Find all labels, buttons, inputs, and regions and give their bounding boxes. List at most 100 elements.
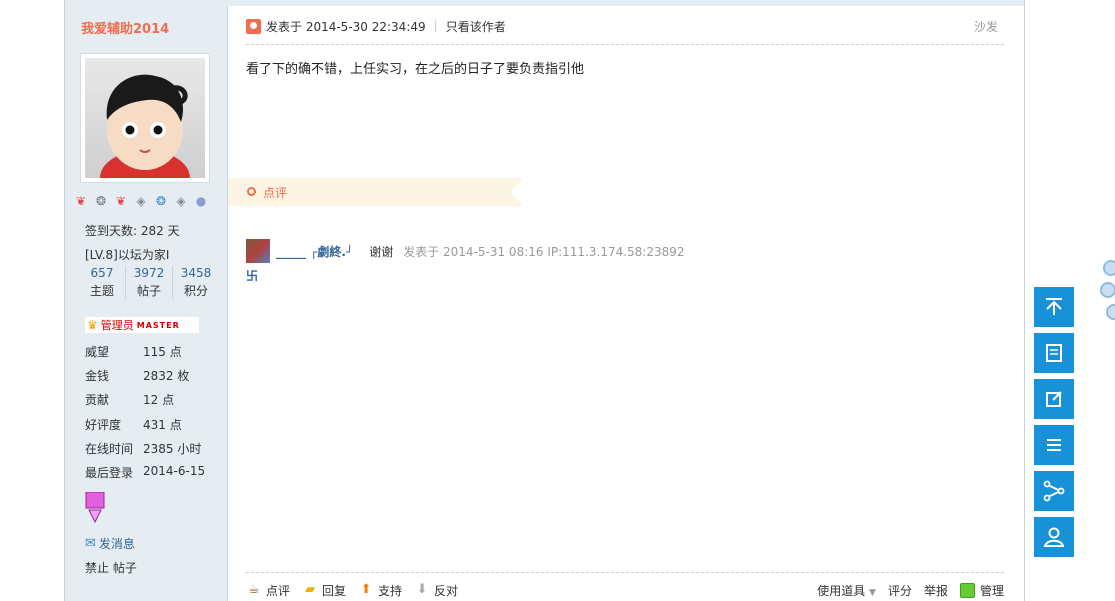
quick-reply-button[interactable] xyxy=(1034,379,1074,419)
comment-username-link[interactable]: _____ ┌劇終.┘ xyxy=(276,243,353,260)
field-contribution: 贡献 12 点 xyxy=(85,391,174,408)
manage-icon xyxy=(959,582,975,598)
support-label: 支持 xyxy=(378,583,403,598)
post-main: 发表于 2014-5-30 22:34:49 | 只看该作者 沙发 看了下的确不… xyxy=(228,6,1024,601)
stat-number: 3972 xyxy=(133,266,165,280)
share-button[interactable] xyxy=(1034,471,1074,511)
avatar-image xyxy=(85,58,205,178)
document-icon xyxy=(1046,344,1062,362)
bubble-icon xyxy=(1103,260,1115,276)
stat-threads[interactable]: 657 主题 xyxy=(79,266,126,299)
manage-label: 管理 xyxy=(979,583,1004,598)
comment-section-header: 点评 xyxy=(228,178,523,206)
role-label: 管理员 xyxy=(100,319,134,332)
field-prestige: 威望 115 点 xyxy=(85,343,182,360)
field-value: 2014-6-15 xyxy=(143,464,206,478)
online-status-icon xyxy=(246,19,261,34)
reply-label: 回复 xyxy=(322,583,347,598)
post-date: 发表于 2014-5-30 22:34:49 xyxy=(266,20,426,34)
diamond-medal-icon[interactable]: ◈ xyxy=(173,194,189,208)
oppose-button[interactable]: ⬇ 反对 xyxy=(414,582,458,599)
report-link[interactable]: 举报 xyxy=(924,582,948,599)
field-value: 2385 小时 xyxy=(143,442,202,456)
manage-button[interactable]: 管理 xyxy=(959,582,1004,599)
user-level[interactable]: [LV.8]以坛为家I xyxy=(85,246,169,263)
user-icon xyxy=(1043,527,1065,547)
post-content: 看了下的确不错，上任实习，在之后的日子了要负责指引他 xyxy=(246,62,585,77)
oppose-label: 反对 xyxy=(434,583,459,598)
floating-toolbar xyxy=(1034,287,1074,563)
field-key: 在线时间 xyxy=(85,442,134,456)
separator: | xyxy=(433,18,438,32)
use-tool-dropdown[interactable]: 使用道具 ▼ xyxy=(817,582,876,599)
stat-label: 积分 xyxy=(183,284,208,298)
comment-text: 卐 xyxy=(246,269,259,283)
rate-button[interactable]: ☕ 点评 xyxy=(246,582,290,599)
bubble-icon xyxy=(1100,282,1115,298)
stat-number: 3458 xyxy=(180,266,212,280)
back-to-top-button[interactable] xyxy=(1034,287,1074,327)
coffee-icon: ☕ xyxy=(248,582,260,597)
ban-posts-link[interactable]: 禁止 帖子 xyxy=(85,559,137,576)
diamond-medal-icon[interactable]: ◈ xyxy=(133,194,149,208)
shield-medal-icon[interactable]: ❂ xyxy=(153,194,169,208)
post-tools: 使用道具 ▼ 评分 举报 管理 xyxy=(817,582,1004,599)
circle-icon xyxy=(247,187,256,196)
thread-list-button[interactable] xyxy=(1034,425,1074,465)
reply-button[interactable]: ▰ 回复 xyxy=(302,582,346,599)
stat-label: 主题 xyxy=(89,284,114,298)
field-value: 431 点 xyxy=(143,418,182,432)
speech-bubble-icon: ▰ xyxy=(305,582,316,597)
share-icon xyxy=(1043,480,1065,502)
stat-posts[interactable]: 3972 帖子 xyxy=(126,266,173,299)
shield-medal-icon[interactable]: ❂ xyxy=(93,194,109,208)
edit-icon xyxy=(1046,391,1062,407)
field-value: 115 点 xyxy=(143,345,182,359)
score-link[interactable]: 评分 xyxy=(888,582,912,599)
comment-avatar[interactable] xyxy=(246,239,270,263)
field-value: 2832 枚 xyxy=(143,369,190,383)
chat-medal-icon[interactable]: ● xyxy=(193,194,209,208)
comment-thanks: 谢谢 xyxy=(369,244,394,259)
admin-badge: ♛ 管理员 MASTER xyxy=(85,317,199,333)
comment-date: 发表于 2014-5-31 08:16 IP:111.3.174.58:2389… xyxy=(403,244,685,259)
pink-medal-icon[interactable] xyxy=(85,491,105,524)
user-sidebar: 我爱辅助2014 ❦ ❂ ❦ ◈ ❂ ◈ ● 签到天数: 282 天 [LV.8… xyxy=(65,6,228,601)
field-rating: 好评度 431 点 xyxy=(85,416,182,433)
post-actions: ☕ 点评 ▰ 回复 ⬆ 支持 ⬇ 反对 使用道具 ▼ 评分 举报 管理 xyxy=(246,572,1004,601)
role-badge-label: MASTER xyxy=(136,320,180,330)
send-message-label: 发消息 xyxy=(98,537,135,551)
post-header: 发表于 2014-5-30 22:34:49 | 只看该作者 沙发 xyxy=(246,18,1004,45)
field-key: 好评度 xyxy=(85,418,122,432)
chevron-down-icon: ▼ xyxy=(869,587,876,598)
use-tool-label: 使用道具 xyxy=(817,583,866,598)
list-icon xyxy=(1047,439,1061,451)
arrow-down-icon: ⬇ xyxy=(416,582,428,597)
new-thread-button[interactable] xyxy=(1034,333,1074,373)
heart-medal-icon[interactable]: ❦ xyxy=(73,194,89,208)
field-key: 贡献 xyxy=(85,393,110,407)
field-key: 威望 xyxy=(85,345,110,359)
back-to-top-icon xyxy=(1046,298,1062,315)
field-value: 12 点 xyxy=(143,393,175,407)
user-center-button[interactable] xyxy=(1034,517,1074,557)
user-stats: 657 主题 3972 帖子 3458 积分 xyxy=(79,266,219,299)
support-button[interactable]: ⬆ 支持 xyxy=(358,582,402,599)
avatar[interactable] xyxy=(80,53,210,183)
crown-icon: ♛ xyxy=(87,318,98,332)
arrow-up-icon: ⬆ xyxy=(360,582,372,597)
field-key: 金钱 xyxy=(85,369,110,383)
only-author-link[interactable]: 只看该作者 xyxy=(446,18,506,35)
username-link[interactable]: 我爱辅助2014 xyxy=(81,18,169,37)
field-last-login: 最后登录 2014-6-15 xyxy=(85,464,205,481)
comment-item: _____ ┌劇終.┘ 谢谢 发表于 2014-5-31 08:16 IP:11… xyxy=(246,239,685,263)
send-message-link[interactable]: ✉ 发消息 xyxy=(85,535,135,552)
medal-row: ❦ ❂ ❦ ◈ ❂ ◈ ● xyxy=(73,194,209,208)
field-money: 金钱 2832 枚 xyxy=(85,367,189,384)
heart-medal-icon[interactable]: ❦ xyxy=(113,194,129,208)
stat-points[interactable]: 3458 积分 xyxy=(173,266,219,299)
post-container: 我爱辅助2014 ❦ ❂ ❦ ◈ ❂ ◈ ● 签到天数: 282 天 [LV.8… xyxy=(64,0,1025,601)
edge-decoration xyxy=(1100,260,1115,330)
field-online-time: 在线时间 2385 小时 xyxy=(85,440,201,457)
floor-number[interactable]: 沙发 xyxy=(974,18,998,35)
